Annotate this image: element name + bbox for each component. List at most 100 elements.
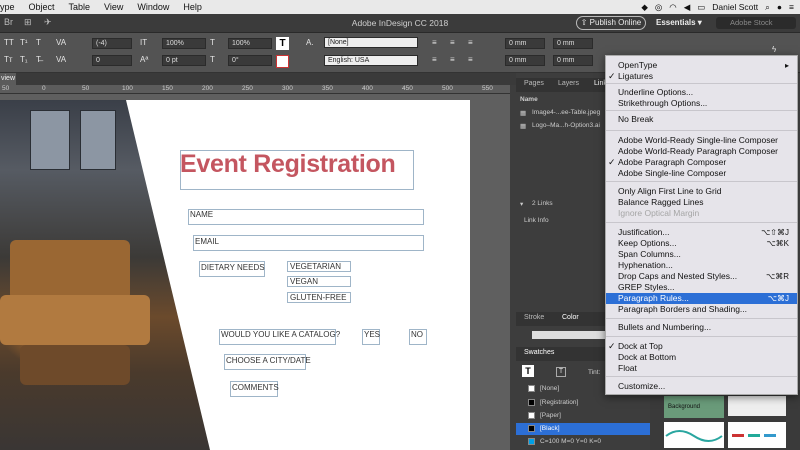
all-caps-icon[interactable]: TT [4, 38, 14, 47]
color-bars-thumbnail[interactable] [728, 422, 786, 448]
align-center-icon[interactable]: ≡ [450, 38, 455, 47]
menu-help[interactable]: Help [183, 2, 202, 12]
document-tab[interactable]: view [0, 73, 16, 85]
last-line-indent-field[interactable]: 0 mm [553, 55, 593, 66]
menu-item[interactable]: ✓ Ligatures [606, 71, 797, 82]
chevron-down-icon[interactable]: ▾ [520, 200, 523, 208]
justify-left-icon[interactable]: ≡ [432, 55, 437, 64]
tab-layers[interactable]: Layers [558, 80, 579, 87]
menu-type[interactable]: ype [0, 2, 15, 12]
menu-item[interactable]: Hyphenation... [606, 260, 797, 271]
tab-swatches[interactable]: Swatches [524, 349, 554, 356]
menu-item[interactable]: Dock at Bottom [606, 352, 797, 363]
thumbnail[interactable] [728, 396, 786, 416]
email-field-frame[interactable] [193, 235, 424, 251]
link-item[interactable]: Logo–Ma...h-Option3.ai [532, 122, 600, 129]
justify-center-icon[interactable]: ≡ [450, 55, 455, 64]
menu-item[interactable]: No Break [606, 114, 797, 125]
name-field-frame[interactable] [188, 209, 424, 225]
horizontal-scale-field[interactable]: 100% [228, 38, 272, 49]
align-left-icon[interactable]: ≡ [432, 38, 437, 47]
menu-item-label: Drop Caps and Nested Styles... [618, 271, 738, 281]
tracking-field[interactable]: 0 [92, 55, 132, 66]
menu-item-label: Adobe World-Ready Single-line Composer [618, 135, 779, 145]
horizontal-ruler: 50 0 50 100 150 200 250 300 350 400 450 500 550 [0, 85, 510, 94]
lightning-icon[interactable]: ϟ [772, 45, 776, 54]
menu-item[interactable]: ✓ Adobe Paragraph Composer [606, 157, 797, 168]
swatch-item[interactable]: [Paper] [540, 412, 561, 419]
user-name[interactable]: Daniel Scott [712, 2, 758, 12]
menu-item[interactable]: Paragraph Borders and Shading... [606, 304, 797, 315]
kerning-field[interactable]: (-4) [92, 38, 132, 49]
language-select[interactable]: English: USA [324, 55, 418, 66]
superscript-icon[interactable]: T¹ [20, 38, 28, 47]
sync-icon[interactable]: ◎ [655, 2, 662, 13]
tab-stroke[interactable]: Stroke [524, 314, 544, 321]
selected-swatch-row[interactable] [516, 423, 650, 435]
menu-object[interactable]: Object [29, 2, 55, 12]
menu-item[interactable]: Bullets and Numbering... [606, 322, 797, 333]
menu-window[interactable]: Window [137, 2, 169, 12]
menu-item[interactable]: GREP Styles... [606, 282, 797, 293]
menu-item[interactable]: Only Align First Line to Grid [606, 186, 797, 197]
first-line-indent-field[interactable]: 0 mm [505, 55, 545, 66]
menu-item[interactable]: Adobe World-Ready Paragraph Composer [606, 146, 797, 157]
title-frame[interactable] [180, 150, 414, 190]
menu-item[interactable]: Strikethrough Options... [606, 98, 797, 109]
battery-icon[interactable]: ▭ [697, 2, 705, 13]
character-style-select[interactable]: [None] [324, 37, 418, 48]
left-indent-field[interactable]: 0 mm [505, 38, 545, 49]
menu-item[interactable]: Drop Caps and Nested Styles... ⌥⌘R [606, 271, 797, 282]
siri-icon[interactable]: ● [777, 2, 782, 12]
menu-item[interactable]: Adobe World-Ready Single-line Composer [606, 135, 797, 146]
swatch-item[interactable]: [Black] [540, 425, 560, 432]
link-item[interactable]: Image4-...ee-Table.jpeg [532, 109, 600, 116]
swatch-item[interactable]: C=100 M=0 Y=0 K=0 [540, 438, 601, 445]
search-icon[interactable]: ⌕ [765, 2, 770, 13]
menu-table[interactable]: Table [69, 2, 91, 12]
menu-item[interactable]: OpenType ▸ [606, 60, 797, 71]
tab-color[interactable]: Color [562, 314, 579, 321]
menu-item-label: Dock at Top [618, 341, 663, 351]
volume-icon[interactable]: ◀ [684, 2, 691, 13]
menu-item[interactable]: Span Columns... [606, 249, 797, 260]
wifi-icon[interactable]: ◠ [669, 2, 676, 13]
menu-view[interactable]: View [104, 2, 123, 12]
publish-online-button[interactable]: ⇧ Publish Online [576, 16, 646, 30]
menu-item[interactable]: Balance Ragged Lines [606, 197, 797, 208]
baseline-shift-field[interactable]: 0 pt [162, 55, 206, 66]
adobe-stock-search[interactable]: Adobe Stock [716, 17, 796, 29]
subscript-icon[interactable]: T₁ [20, 55, 28, 64]
underline-icon[interactable]: T [36, 38, 41, 47]
formatting-text-icon[interactable]: T [556, 367, 566, 377]
swatch-item[interactable]: [Registration] [540, 399, 578, 406]
upload-icon: ⇧ [580, 18, 590, 27]
list-icon[interactable]: ≡ [789, 2, 794, 12]
swatch-item[interactable]: [None] [540, 385, 559, 392]
menu-item[interactable]: Keep Options... ⌥⌘K [606, 238, 797, 249]
menu-item[interactable]: Float [606, 363, 797, 374]
text-fill-icon[interactable]: T [276, 37, 289, 50]
small-caps-icon[interactable]: Tт [4, 55, 13, 64]
wave-thumbnail[interactable] [664, 422, 724, 448]
align-right-icon[interactable]: ≡ [468, 38, 473, 47]
menu-item[interactable]: Justification... ⌥⇧⌘J [606, 227, 797, 238]
menu-item[interactable]: Adobe Single-line Composer [606, 168, 797, 179]
workspace-switcher[interactable]: Essentials ▾ [656, 18, 702, 27]
menu-item[interactable]: Customize... [606, 381, 797, 392]
skew-field[interactable]: 0° [228, 55, 272, 66]
menu-item[interactable]: ✓ Dock at Top [606, 341, 797, 352]
menu-item[interactable]: Paragraph Rules... ⌥⌘J [606, 293, 797, 304]
justify-all-icon[interactable]: ≡ [468, 55, 473, 64]
link-info-label[interactable]: Link Info [524, 217, 549, 224]
vertical-scale-field[interactable]: 100% [162, 38, 206, 49]
dropbox-icon[interactable]: ◆ [641, 2, 648, 13]
strikethrough-icon[interactable]: T̶ [36, 55, 41, 64]
tab-pages[interactable]: Pages [524, 80, 544, 87]
menu-item[interactable]: Underline Options... [606, 87, 797, 98]
links-name-header[interactable]: Name [520, 96, 538, 103]
fill-swatch-icon[interactable]: T [522, 365, 534, 377]
stroke-none-icon[interactable] [276, 55, 289, 68]
menu-separator [606, 318, 797, 319]
right-indent-field[interactable]: 0 mm [553, 38, 593, 49]
